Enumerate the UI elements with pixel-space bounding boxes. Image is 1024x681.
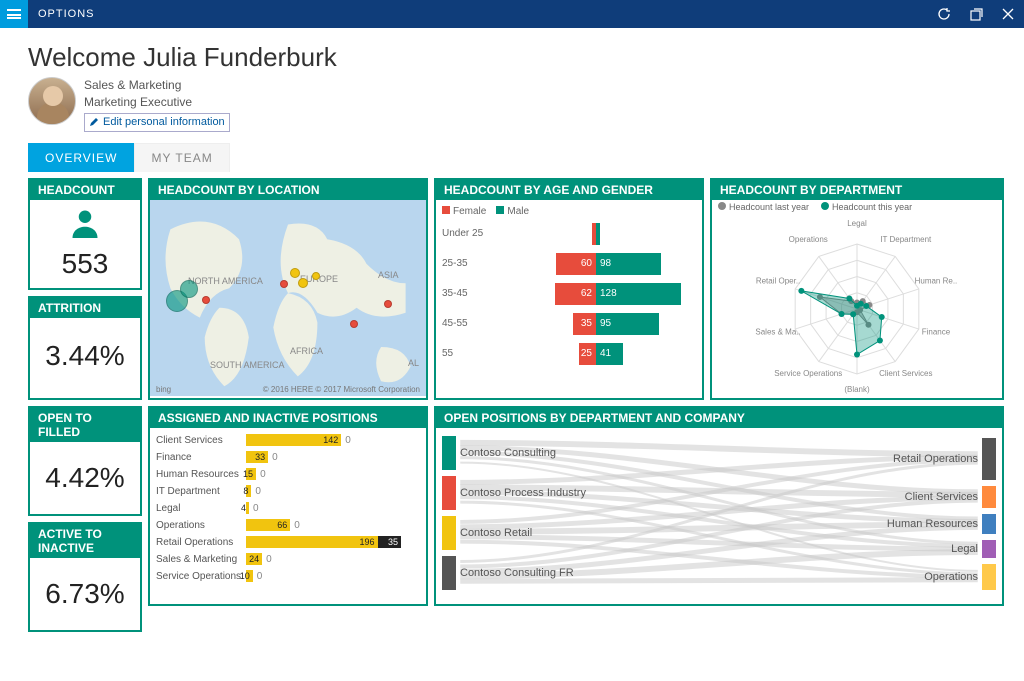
sankey-target: Client Services — [905, 491, 978, 503]
radar-chart[interactable]: Headcount last year Headcount this year … — [712, 200, 1002, 396]
panel-headcount-by-location: HEADCOUNT BY LOCATION NORTH AMERICA SOUT… — [148, 178, 428, 400]
titlebar-label: OPTIONS — [28, 8, 928, 20]
assigned-category: IT Department — [156, 486, 246, 497]
panel-assigned-inactive: ASSIGNED AND INACTIVE POSITIONS Client S… — [148, 406, 428, 606]
kpi-attrition: ATTRITION 3.44% — [28, 296, 142, 400]
svg-text:IT Department: IT Department — [880, 235, 932, 244]
svg-text:Client Services: Client Services — [879, 369, 932, 378]
assigned-category: Finance — [156, 452, 246, 463]
assigned-category: Retail Operations — [156, 537, 246, 548]
sankey-target: Retail Operations — [893, 453, 978, 465]
svg-text:Sales & Ma..: Sales & Ma.. — [755, 327, 800, 336]
sankey-target: Legal — [951, 543, 978, 555]
window-controls — [928, 0, 1024, 28]
ag-category: 25-35 — [442, 258, 496, 269]
tab-my-team[interactable]: MY TEAM — [134, 143, 229, 172]
svg-text:(Blank): (Blank) — [844, 385, 870, 394]
sankey-source: Contoso Process Industry — [460, 487, 586, 499]
panel-open-positions: OPEN POSITIONS BY DEPARTMENT AND COMPANY… — [434, 406, 1004, 606]
assigned-category: Service Operations — [156, 571, 246, 582]
age-gender-chart[interactable]: Female Male Under 25 1 4 25-35 60 98 35-… — [436, 200, 702, 396]
assigned-category: Operations — [156, 520, 246, 531]
svg-text:Retail Oper..: Retail Oper.. — [756, 276, 800, 285]
panel-headcount-by-age-gender: HEADCOUNT BY AGE AND GENDER Female Male … — [434, 178, 704, 400]
assigned-category: Human Resources — [156, 469, 246, 480]
tab-overview[interactable]: OVERVIEW — [28, 143, 134, 172]
assigned-category: Legal — [156, 503, 246, 514]
edit-personal-info-link[interactable]: Edit personal information — [84, 113, 230, 132]
sankey-source: Contoso Consulting FR — [460, 567, 574, 579]
sankey-chart[interactable]: Contoso Consulting Contoso Process Indust… — [436, 428, 1002, 602]
kpi-open-to-filled: OPEN TO FILLED 4.42% — [28, 406, 142, 516]
kpi-headcount-title: HEADCOUNT — [30, 180, 140, 200]
kpi-active-to-inactive-value: 6.73% — [34, 578, 136, 610]
sankey-target: Operations — [924, 571, 978, 583]
page-title: Welcome Julia Funderburk — [28, 42, 1004, 73]
sankey-source: Contoso Consulting — [460, 447, 556, 459]
user-department: Sales & Marketing — [84, 77, 230, 94]
world-map[interactable]: NORTH AMERICA SOUTH AMERICA EUROPE AFRIC… — [150, 200, 426, 396]
kpi-active-to-inactive: ACTIVE TO INACTIVE 6.73% — [28, 522, 142, 632]
titlebar: OPTIONS — [0, 0, 1024, 28]
close-icon[interactable] — [992, 0, 1024, 28]
svg-text:Legal: Legal — [847, 219, 867, 228]
assigned-category: Client Services — [156, 435, 246, 446]
ag-category: 55 — [442, 348, 496, 359]
ag-category: Under 25 — [442, 228, 496, 239]
sankey-target: Human Resources — [887, 518, 978, 530]
avatar — [28, 77, 76, 125]
panel-headcount-by-department: HEADCOUNT BY DEPARTMENT Headcount last y… — [710, 178, 1004, 400]
pencil-icon — [89, 117, 99, 127]
chart-legend: Female Male — [442, 206, 696, 217]
hamburger-menu-icon[interactable] — [0, 0, 28, 28]
sankey-source: Contoso Retail — [460, 527, 532, 539]
svg-text:Human Re..: Human Re.. — [915, 276, 958, 285]
kpi-attrition-title: ATTRITION — [30, 298, 140, 318]
assigned-category: Sales & Marketing — [156, 554, 246, 565]
person-icon — [34, 208, 136, 246]
ag-category: 45-55 — [442, 318, 496, 329]
popout-icon[interactable] — [960, 0, 992, 28]
user-role: Marketing Executive — [84, 94, 230, 111]
kpi-headcount: HEADCOUNT 553 — [28, 178, 142, 290]
ag-category: 35-45 — [442, 288, 496, 299]
svg-text:Finance: Finance — [922, 327, 951, 336]
kpi-headcount-value: 553 — [34, 248, 136, 280]
kpi-attrition-value: 3.44% — [34, 340, 136, 372]
svg-text:Service Operations: Service Operations — [774, 369, 842, 378]
kpi-open-to-filled-value: 4.42% — [34, 462, 136, 494]
svg-text:Operations: Operations — [789, 235, 828, 244]
assigned-chart[interactable]: Client Services 142 0 Finance 33 0 Human… — [150, 428, 426, 589]
refresh-icon[interactable] — [928, 0, 960, 28]
tabs: OVERVIEW MY TEAM — [28, 143, 1004, 172]
